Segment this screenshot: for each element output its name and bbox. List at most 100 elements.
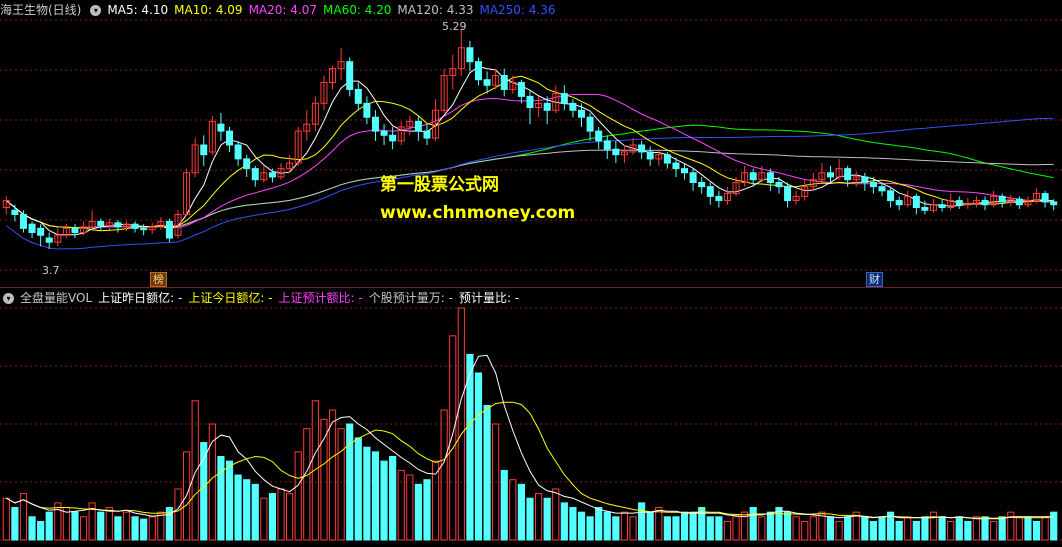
candle-down: [887, 190, 895, 202]
volume-bar-down: [45, 511, 53, 541]
candle-down: [200, 144, 208, 156]
volume-bar-up: [792, 516, 800, 541]
price-chart: [0, 19, 1062, 271]
ma60-label: MA60: 4.20: [323, 3, 392, 17]
candle-down: [234, 144, 242, 160]
volume-bar-down: [715, 516, 723, 541]
candle-down: [998, 195, 1006, 203]
candle-down: [19, 213, 27, 229]
candle-down: [612, 148, 620, 156]
candle-down: [500, 75, 508, 90]
volume-bar-down: [1032, 520, 1041, 541]
volume-bar-up: [947, 520, 955, 541]
volume-bar-down: [414, 483, 422, 541]
volume-bar-up: [835, 520, 843, 541]
volume-bar-down: [526, 497, 534, 541]
candle-down: [483, 79, 491, 86]
volume-bar-down: [517, 483, 526, 541]
price-chart-panel[interactable]: [0, 0, 1062, 287]
volume-bar-up: [122, 511, 131, 541]
volume-bar-down: [569, 507, 577, 541]
volume-bar-up: [904, 516, 912, 541]
prev-day-label: 上证昨日额亿: -: [98, 291, 183, 305]
volume-bar-down: [114, 516, 122, 541]
volume-bar-up: [655, 507, 663, 541]
volume-bar-down: [371, 451, 380, 541]
candle-down: [1015, 198, 1023, 206]
volume-bar-down: [466, 353, 474, 541]
candle-down: [715, 195, 723, 202]
volume-bar-up: [440, 409, 448, 541]
volume-bar-down: [672, 516, 680, 541]
watermark-title: 第一股票公式网: [380, 175, 499, 195]
candle-down: [844, 168, 852, 181]
candle-down: [912, 195, 920, 208]
candle-down: [526, 95, 534, 108]
volume-bar-up: [809, 516, 817, 541]
volume-bar-down: [646, 511, 654, 541]
candle-down: [766, 172, 774, 183]
ranking-tag[interactable]: 榜: [150, 272, 167, 287]
volume-bar-up: [509, 479, 517, 541]
volume-bar-up: [294, 451, 302, 541]
candle-down: [97, 220, 105, 227]
candle-down: [131, 223, 139, 229]
high-price-label: 5.29: [442, 20, 467, 33]
candle-down: [389, 134, 397, 142]
collapse-toggle-icon[interactable]: ▾: [90, 4, 102, 16]
ma5-label: MA5: 4.10: [107, 3, 169, 17]
candle-down: [165, 220, 173, 239]
candle-down: [363, 102, 371, 118]
volume-bar-down: [844, 516, 852, 541]
volume-bar-down: [689, 511, 697, 541]
candle-down: [595, 130, 603, 142]
candle-down: [474, 61, 482, 81]
volume-chart-panel[interactable]: [0, 290, 1062, 543]
stock-name[interactable]: 海王生物(日线): [0, 2, 81, 18]
volume-bar-down: [131, 516, 139, 541]
volume-bar-down: [981, 516, 989, 541]
volume-bar-up: [328, 409, 337, 541]
candle-down: [895, 200, 903, 206]
volume-bar-down: [28, 516, 36, 541]
candle-down: [1041, 193, 1049, 203]
candle-down: [1050, 201, 1058, 206]
volume-bar-up: [79, 516, 88, 541]
volume-bar-down: [998, 516, 1006, 541]
candle-down: [217, 123, 225, 132]
volume-bar-down: [638, 502, 646, 541]
volume-bar-down: [766, 511, 774, 541]
ma250-label: MA250: 4.36: [479, 3, 556, 17]
candle-down: [698, 182, 706, 188]
volume-bar-up: [303, 428, 311, 541]
volume-bar-up: [1041, 516, 1049, 541]
volume-bar-down: [921, 516, 929, 541]
candle-down: [346, 61, 354, 90]
finance-tag[interactable]: 财: [866, 272, 883, 287]
volume-bar-up: [54, 502, 62, 541]
volume-bar-down: [225, 460, 234, 541]
candle-down: [938, 204, 946, 209]
volume-bar-down: [749, 507, 757, 541]
indicator-name[interactable]: 全盘量能VOL: [20, 290, 92, 306]
volume-bar-up: [534, 493, 543, 541]
collapse-toggle-icon[interactable]: ▾: [3, 292, 14, 304]
candle-down: [638, 144, 646, 153]
volume-bar-down: [586, 516, 594, 541]
volume-bar-up: [1015, 516, 1023, 541]
volume-bar-up: [337, 428, 345, 541]
volume-bar-down: [912, 520, 920, 541]
volume-bar-down: [680, 511, 689, 541]
candle-down: [466, 47, 474, 63]
volume-bar-down: [251, 483, 259, 541]
volume-bar-down: [955, 516, 963, 541]
volume-bar-down: [964, 520, 972, 541]
volume-bar-up: [174, 488, 182, 541]
panel-divider[interactable]: [0, 287, 1062, 288]
volume-bar-down: [346, 423, 354, 541]
today-label: 上证今日额亿: -: [188, 291, 273, 305]
candle-down: [354, 88, 362, 104]
volume-bar-down: [37, 520, 45, 541]
candle-down: [878, 186, 886, 192]
candle-down: [955, 200, 963, 206]
